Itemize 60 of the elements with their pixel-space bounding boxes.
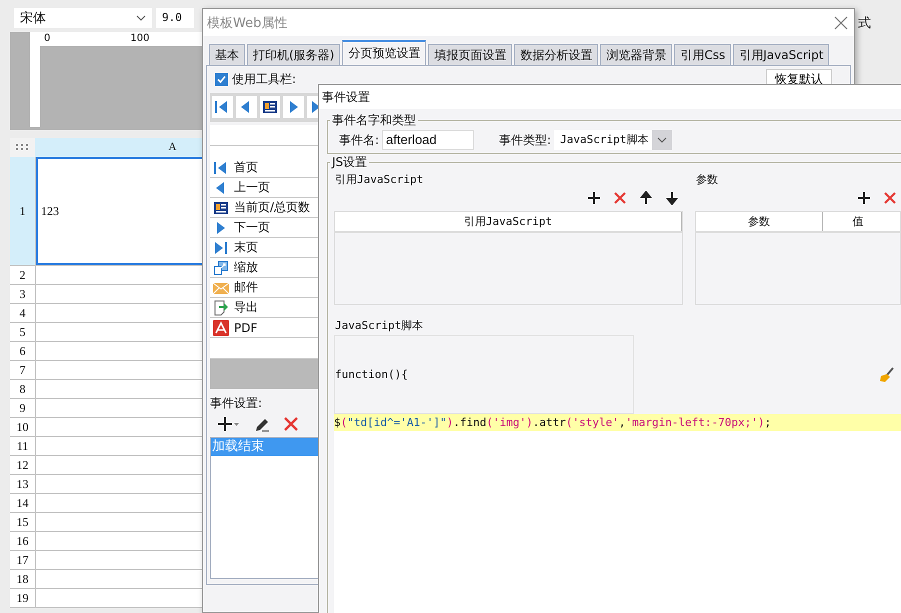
list-item[interactable]: PDF	[234, 320, 258, 334]
close-icon[interactable]	[834, 16, 848, 30]
add-icon[interactable]	[587, 191, 601, 205]
list-item[interactable]: 邮件	[234, 279, 258, 296]
font-select[interactable]: 宋体	[14, 8, 152, 28]
input-field[interactable]: afterload	[382, 130, 474, 150]
page-indicator-icon	[213, 200, 229, 216]
first-page-icon	[213, 160, 229, 176]
tab[interactable]: 基本	[209, 44, 245, 65]
list-item[interactable]: 末页	[234, 239, 258, 256]
delete-icon[interactable]	[883, 191, 897, 205]
tab[interactable]: 分页预览设置	[342, 40, 426, 65]
list-item[interactable]: 下一页	[234, 219, 270, 236]
type-select[interactable]: JavaScript脚本	[554, 130, 672, 150]
code-text: function(){	[335, 368, 408, 381]
arrow-up-icon[interactable]	[639, 191, 653, 205]
window-title: 事件设置	[319, 85, 901, 109]
last-page-icon	[213, 240, 229, 256]
list-item[interactable]: 导出	[234, 299, 258, 316]
pdf-icon	[213, 320, 229, 336]
list-item[interactable]: 当前页/总页数	[234, 199, 310, 216]
column-header[interactable]: 参数	[696, 212, 823, 231]
ruler-label: 100	[130, 32, 150, 46]
tab[interactable]: 浏览器背景	[600, 44, 672, 65]
tab[interactable]: 打印机(服务器)	[247, 44, 340, 65]
code-editor[interactable]: $("td[id^='A1-']").find('img').attr('style','margin-left:-70px;');	[334, 414, 901, 613]
list-item[interactable]: 首页	[234, 159, 258, 176]
group-title: 参数	[695, 172, 719, 188]
page-indicator-icon[interactable]	[262, 99, 278, 115]
add-icon[interactable]	[857, 191, 871, 205]
font-size-field[interactable]: 9.0	[156, 8, 194, 28]
add-dropdown-icon[interactable]	[218, 416, 240, 432]
delete-icon[interactable]	[284, 417, 298, 431]
group-title: 引用JavaScript	[334, 172, 424, 188]
tab[interactable]: 数据分析设置	[514, 44, 598, 65]
list-item[interactable]: 上一页	[234, 179, 270, 196]
broom-icon[interactable]	[879, 366, 895, 382]
side-label: 式	[858, 15, 871, 32]
group-title: JS设置	[330, 154, 370, 171]
section-label: 事件设置:	[210, 395, 264, 412]
zoom-icon	[213, 260, 229, 276]
column-header[interactable]: 值	[823, 212, 893, 231]
export-icon	[213, 300, 229, 316]
column-header[interactable]: 引用JavaScript	[335, 212, 682, 231]
row-header[interactable]: 1	[10, 157, 36, 265]
group-title: JavaScript脚本	[334, 318, 424, 334]
arrow-down-icon[interactable]	[665, 191, 679, 205]
tab[interactable]: 引用Css	[674, 44, 732, 65]
window-title: 模板Web属性	[207, 14, 288, 32]
checkbox-label: 使用工具栏:	[232, 70, 296, 88]
group-title: 事件名字和类型	[330, 112, 418, 129]
tab[interactable]: 填报页面设置	[428, 44, 512, 65]
field-label: 事件类型:	[499, 132, 552, 148]
ruler-label: 0	[44, 32, 50, 46]
tab[interactable]: 引用JavaScript	[733, 44, 830, 65]
pencil-icon[interactable]	[254, 416, 270, 432]
select-all-icon[interactable]	[10, 138, 35, 157]
field-label: 事件名:	[339, 132, 380, 148]
checkbox[interactable]	[215, 72, 228, 86]
delete-icon[interactable]	[613, 191, 627, 205]
